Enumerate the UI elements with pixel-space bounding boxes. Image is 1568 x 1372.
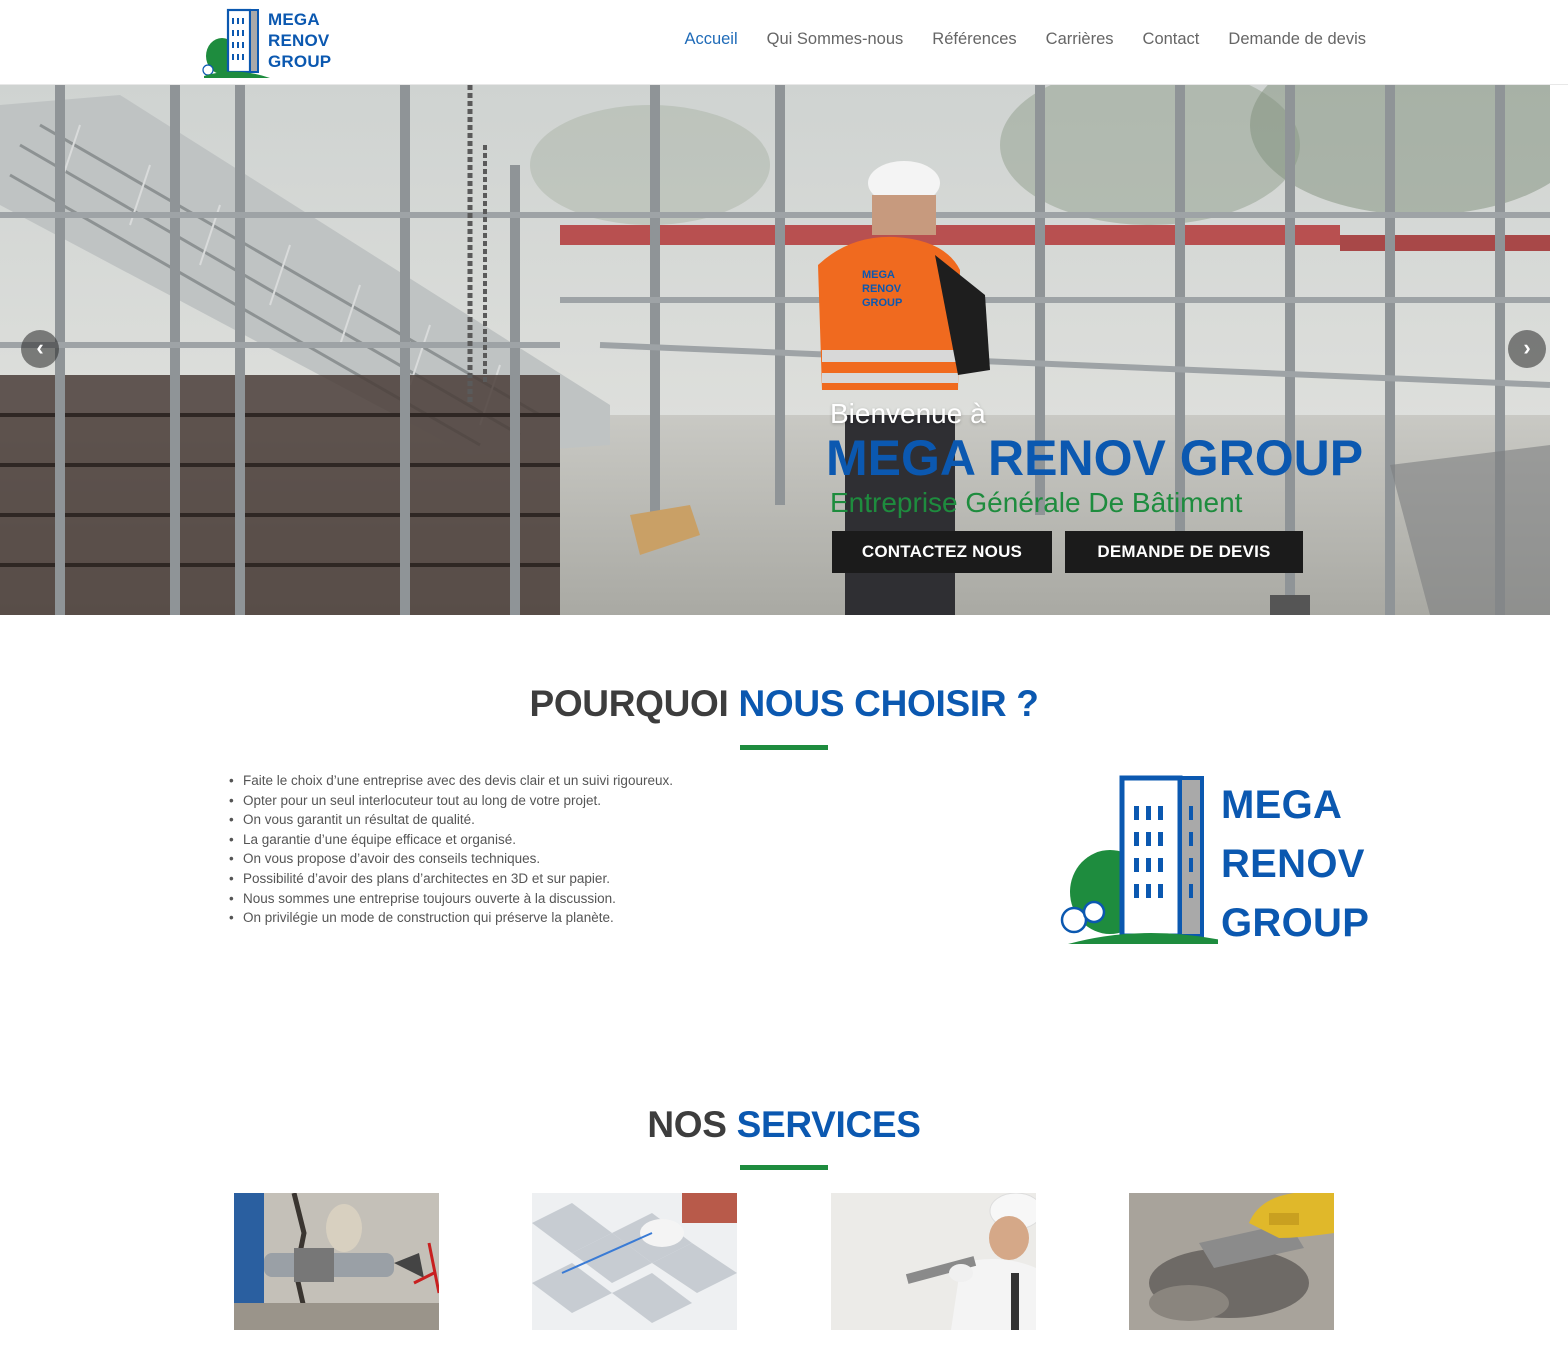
- why-title-plain: POURQUOI: [529, 683, 729, 724]
- why-section-title: POURQUOI NOUS CHOISIR ?: [0, 683, 1568, 725]
- list-item: On vous propose d’avoir des conseils tec…: [229, 849, 673, 869]
- logo-building-icon-large: [1060, 775, 1240, 944]
- services-title-underline: [740, 1165, 828, 1170]
- slider-next-button[interactable]: ›: [1508, 330, 1546, 368]
- hero-scaffolding-image: MEGA RENOV GROUP: [0, 85, 1550, 615]
- chevron-left-icon: ‹: [36, 335, 44, 360]
- service-card-demolition[interactable]: [234, 1193, 439, 1330]
- hero-tagline: Entreprise Générale De Bâtiment: [830, 487, 1243, 518]
- service-image-demolition: [234, 1193, 439, 1330]
- service-image-tiling: [532, 1193, 737, 1330]
- hero-caption: Bienvenue à MEGA RENOV GROUP Entreprise …: [826, 397, 1390, 521]
- svg-text:RENOV: RENOV: [862, 283, 902, 295]
- nav-qui-sommes-nous[interactable]: Qui Sommes-nous: [767, 30, 904, 49]
- list-item: La garantie d’une équipe efficace et org…: [229, 830, 673, 850]
- why-title-accent: NOUS CHOISIR ?: [738, 683, 1039, 724]
- service-card-concrete[interactable]: [1129, 1193, 1334, 1330]
- service-card-plastering[interactable]: [831, 1193, 1036, 1330]
- list-item: Nous sommes une entreprise toujours ouve…: [229, 889, 673, 909]
- site-header: MEGA RENOV GROUP Accueil Qui Sommes-nous…: [0, 0, 1568, 85]
- reasons-list: Faite le choix d’une entreprise avec des…: [229, 771, 673, 928]
- large-logo-line-renov: RENOV: [1221, 842, 1365, 886]
- nav-contact[interactable]: Contact: [1143, 30, 1200, 49]
- logo-line-renov: RENOV: [268, 31, 330, 50]
- logo-text: MEGA RENOV GROUP: [268, 9, 331, 72]
- main-nav: Accueil Qui Sommes-nous Références Carri…: [684, 30, 1366, 49]
- company-logo-large: MEGA RENOV GROUP: [1058, 772, 1369, 948]
- service-image-concrete: [1129, 1193, 1334, 1330]
- list-item: Opter pour un seul interlocuteur tout au…: [229, 791, 673, 811]
- slider-prev-button[interactable]: ‹: [21, 330, 59, 368]
- hero-slider: MEGA RENOV GROUP ‹ › Bienvenue à MEGA RE…: [0, 85, 1550, 615]
- logo-line-group: GROUP: [268, 52, 332, 71]
- large-logo-text: MEGA RENOV GROUP: [1221, 776, 1369, 953]
- svg-text:MEGA: MEGA: [862, 269, 895, 281]
- logo-building-icon: [202, 8, 270, 78]
- hero-welcome: Bienvenue à: [830, 398, 986, 429]
- hero-company-name: MEGA RENOV GROUP: [826, 430, 1364, 486]
- list-item: Faite le choix d’une entreprise avec des…: [229, 771, 673, 791]
- list-item: On vous garantit un résultat de qualité.: [229, 810, 673, 830]
- large-logo-line-group: GROUP: [1221, 901, 1370, 945]
- demande-de-devis-button[interactable]: DEMANDE DE DEVIS: [1065, 531, 1303, 573]
- services-title-accent: SERVICES: [736, 1104, 921, 1145]
- nav-accueil[interactable]: Accueil: [684, 30, 737, 49]
- svg-text:GROUP: GROUP: [862, 297, 902, 309]
- list-item: Possibilité d’avoir des plans d’architec…: [229, 869, 673, 889]
- nav-references[interactable]: Références: [932, 30, 1016, 49]
- nav-carrieres[interactable]: Carrières: [1046, 30, 1114, 49]
- site-logo[interactable]: MEGA RENOV GROUP: [200, 6, 332, 80]
- logo-line-mega: MEGA: [268, 10, 320, 29]
- why-title-underline: [740, 745, 828, 750]
- nav-demande-de-devis[interactable]: Demande de devis: [1228, 30, 1366, 49]
- chevron-right-icon: ›: [1523, 335, 1531, 360]
- large-logo-line-mega: MEGA: [1221, 783, 1343, 827]
- contactez-nous-button[interactable]: CONTACTEZ NOUS: [832, 531, 1052, 573]
- services-section-title: NOS SERVICES: [0, 1104, 1568, 1146]
- services-grid: [0, 1193, 1568, 1330]
- service-image-plastering: [831, 1193, 1036, 1330]
- services-title-plain: NOS: [647, 1104, 727, 1145]
- service-card-tiling[interactable]: [532, 1193, 737, 1330]
- list-item: On privilégie un mode de construction qu…: [229, 908, 673, 928]
